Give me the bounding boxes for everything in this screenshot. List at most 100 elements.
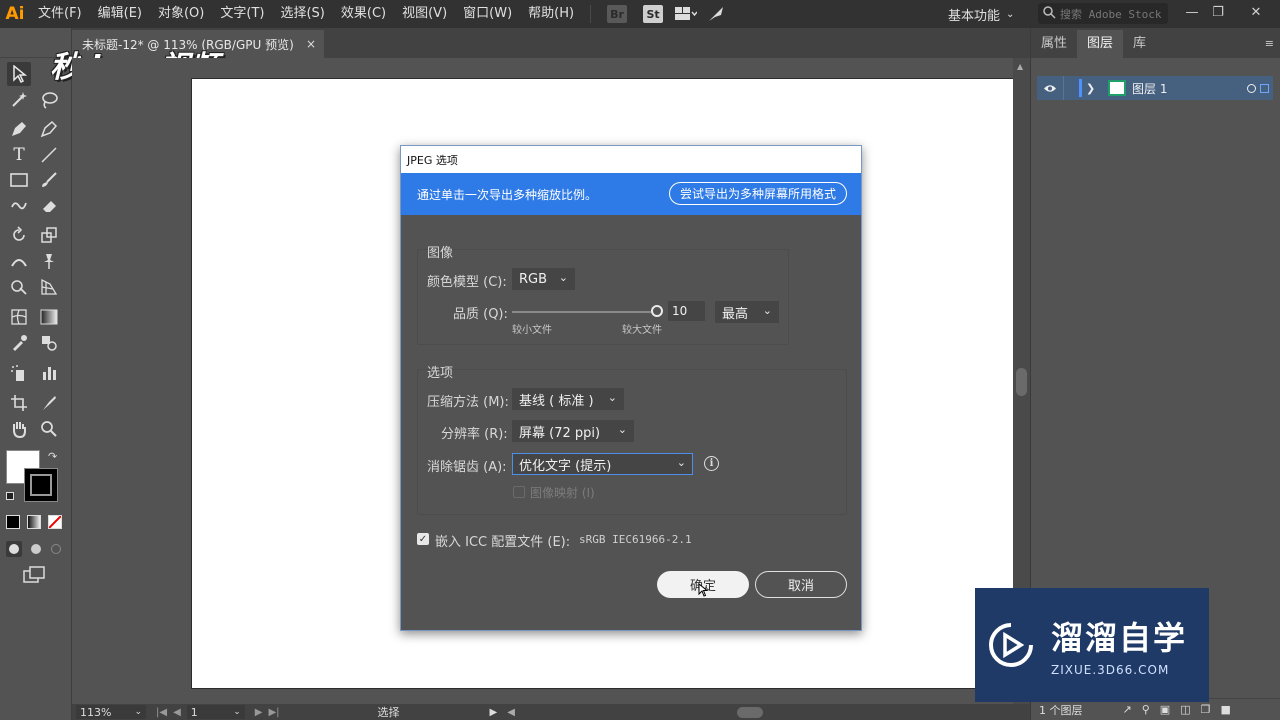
selection-square-icon[interactable]: [1260, 83, 1269, 93]
zoom-tool-icon[interactable]: [37, 417, 61, 441]
scale-tool-icon[interactable]: [37, 223, 61, 247]
scroll-up-arrow[interactable]: ▲: [1017, 62, 1023, 71]
hand-tool-icon[interactable]: [7, 417, 31, 441]
expand-layer-icon[interactable]: ❯: [1086, 82, 1104, 95]
compression-select[interactable]: 基线 ( 标准 ) ⌄: [512, 388, 624, 410]
menu-help[interactable]: 帮助(H): [520, 0, 582, 28]
gradient-mode-icon[interactable]: [27, 515, 41, 529]
zoom-select[interactable]: 113% ⌄: [76, 705, 146, 719]
gpu-performance-icon[interactable]: [705, 3, 727, 25]
default-colors-icon[interactable]: [6, 492, 14, 500]
draw-behind-icon[interactable]: [28, 541, 44, 557]
last-page-icon[interactable]: ▶|: [268, 707, 279, 718]
chevron-down-icon: ⌄: [607, 391, 617, 404]
bridge-button[interactable]: Br: [607, 5, 628, 23]
curvature-tool-icon[interactable]: [37, 117, 61, 141]
stock-button[interactable]: St: [643, 5, 664, 23]
eraser-icon[interactable]: [37, 194, 61, 218]
draw-inside-icon[interactable]: [48, 541, 64, 557]
prev-page-icon[interactable]: ◀: [173, 707, 181, 718]
layer-name[interactable]: 图层 1: [1132, 80, 1167, 97]
screen-mode-icon[interactable]: [22, 566, 46, 584]
visibility-eye-icon[interactable]: [1037, 84, 1063, 93]
shape-builder-icon[interactable]: [7, 275, 31, 299]
lasso-icon[interactable]: [37, 88, 61, 112]
new-sublayer-icon[interactable]: ◫: [1180, 703, 1190, 716]
cancel-button[interactable]: 取消: [755, 571, 847, 598]
menu-effect[interactable]: 效果(C): [333, 0, 394, 28]
status-menu-icon[interactable]: ▶: [490, 707, 498, 718]
symbol-sprayer-icon[interactable]: [7, 361, 31, 385]
close-window-icon[interactable]: ✕: [1246, 2, 1266, 22]
shaper-tool-icon[interactable]: [7, 194, 31, 218]
puppet-warp-icon[interactable]: [37, 249, 61, 273]
gradient-tool-icon[interactable]: [37, 305, 61, 329]
menu-type[interactable]: 文字(T): [212, 0, 272, 28]
menu-window[interactable]: 窗口(W): [455, 0, 520, 28]
minimize-icon[interactable]: —: [1182, 2, 1202, 22]
color-mode-icon[interactable]: [6, 515, 20, 529]
tab-layers[interactable]: 图层: [1077, 30, 1124, 58]
antialias-select[interactable]: 优化文字 (提示) ⌄: [512, 453, 693, 475]
quality-level-value: 最高: [722, 306, 749, 322]
menu-edit[interactable]: 编辑(E): [90, 0, 150, 28]
resolution-select[interactable]: 屏幕 (72 ppi) ⌄: [512, 420, 634, 442]
pen-tool-icon[interactable]: [7, 117, 31, 141]
quality-slider-track[interactable]: [512, 311, 657, 313]
stock-search-input[interactable]: 搜索 Adobe Stock: [1038, 3, 1168, 24]
draw-normal-icon[interactable]: [6, 541, 22, 557]
width-tool-icon[interactable]: [7, 249, 31, 273]
stroke-swatch[interactable]: [24, 468, 58, 502]
embed-icc-checkbox[interactable]: ✓: [417, 533, 429, 545]
page-select[interactable]: 1 ⌄: [186, 705, 245, 719]
export-multiple-screens-button[interactable]: 尝试导出为多种屏幕所用格式: [668, 182, 847, 205]
magic-wand-icon[interactable]: [7, 88, 31, 112]
menu-view[interactable]: 视图(V): [394, 0, 455, 28]
tab-properties[interactable]: 属性: [1031, 30, 1077, 58]
quality-value-input[interactable]: 10: [668, 301, 705, 321]
mesh-tool-icon[interactable]: [7, 305, 31, 329]
arrange-documents-icon[interactable]: [675, 3, 698, 25]
rotate-tool-icon[interactable]: [7, 223, 31, 247]
workspace-switcher[interactable]: 基本功能 ⌄: [948, 3, 1014, 25]
layer-color-bar: [1079, 79, 1082, 97]
quality-slider-knob[interactable]: [651, 305, 663, 317]
hscroll-left-icon[interactable]: ◀: [507, 707, 515, 718]
close-tab-icon[interactable]: ×: [306, 37, 316, 51]
quality-level-select[interactable]: 最高 ⌄: [715, 301, 779, 323]
column-graph-icon[interactable]: [37, 361, 61, 385]
horizontal-scrollbar-thumb[interactable]: [736, 706, 763, 718]
color-model-label: 颜色模型 (C):: [427, 275, 507, 290]
slice-tool-icon[interactable]: [37, 391, 61, 415]
menu-object[interactable]: 对象(O): [150, 0, 212, 28]
restore-icon[interactable]: ❐: [1208, 2, 1228, 22]
blend-tool-icon[interactable]: [37, 331, 61, 355]
line-tool-icon[interactable]: [37, 143, 61, 167]
next-page-icon[interactable]: ▶: [255, 707, 263, 718]
artboard-tool-icon[interactable]: [7, 391, 31, 415]
perspective-grid-icon[interactable]: [37, 275, 61, 299]
menu-select[interactable]: 选择(S): [272, 0, 332, 28]
selection-tool-icon[interactable]: [7, 62, 31, 86]
status-bar: 113% ⌄ |◀ ◀ 1 ⌄ ▶ ▶| 选择 ▶ ◀: [72, 704, 1030, 720]
locate-object-icon[interactable]: ⚲: [1142, 703, 1150, 716]
new-layer-icon[interactable]: ❐: [1201, 703, 1211, 716]
paintbrush-icon[interactable]: [37, 168, 61, 192]
clipping-mask-icon[interactable]: ▣: [1160, 703, 1170, 716]
none-mode-icon[interactable]: [48, 515, 62, 529]
info-icon[interactable]: i: [704, 456, 719, 471]
panel-menu-icon[interactable]: ≡: [1265, 30, 1274, 58]
color-model-select[interactable]: RGB ⌄: [512, 268, 575, 290]
menu-file[interactable]: 文件(F): [30, 0, 90, 28]
first-page-icon[interactable]: |◀: [156, 707, 167, 718]
eyedropper-icon[interactable]: [7, 331, 31, 355]
scrollbar-thumb[interactable]: [1016, 368, 1027, 396]
rectangle-tool-icon[interactable]: [7, 168, 31, 192]
export-icon[interactable]: ↗: [1123, 703, 1132, 716]
delete-layer-icon[interactable]: ■: [1220, 703, 1230, 716]
type-tool-icon[interactable]: T: [7, 143, 31, 167]
target-circle-icon[interactable]: [1247, 83, 1256, 93]
swap-colors-icon[interactable]: ↷: [48, 450, 57, 463]
tab-libraries[interactable]: 库: [1123, 30, 1156, 58]
layer-row[interactable]: ❯ 图层 1: [1037, 76, 1273, 100]
